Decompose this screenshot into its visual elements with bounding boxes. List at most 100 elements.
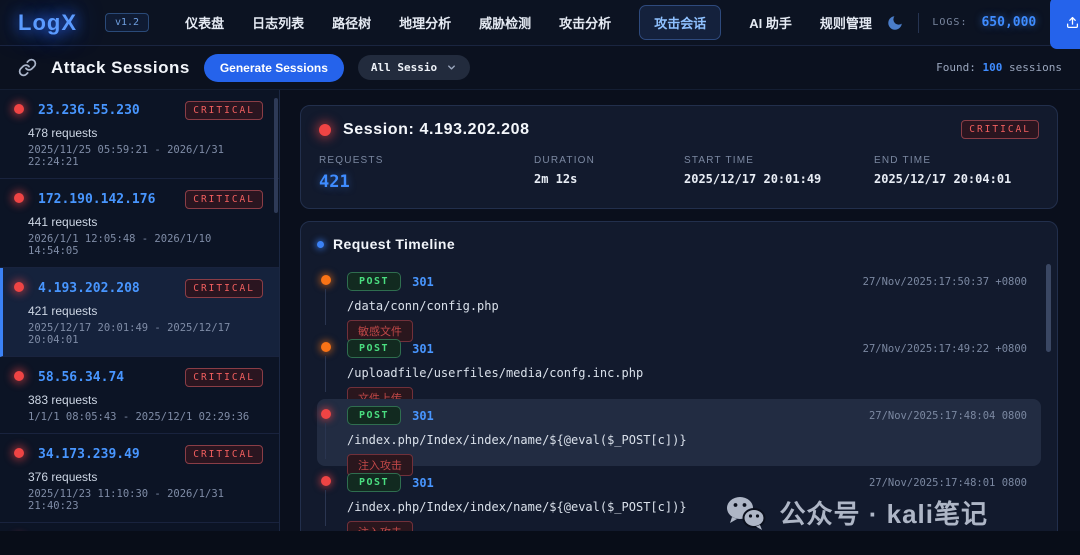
timeline-entry[interactable]: POST 301 27/Nov/2025:17:50:37 +0800 /dat… — [317, 265, 1041, 342]
status-code: 301 — [412, 341, 434, 356]
session-list-item[interactable]: 172.190.142.176 CRITICAL 441 requests 20… — [0, 179, 279, 268]
nav-item-threat-detection[interactable]: 威胁检测 — [479, 13, 531, 32]
threat-dot-icon — [14, 448, 24, 458]
session-ip: 172.190.142.176 — [38, 192, 156, 207]
stat-start-time: START TIME 2025/12/17 20:01:49 — [684, 155, 822, 186]
moon-icon[interactable] — [886, 14, 904, 32]
stat-requests: REQUESTS 421 — [319, 155, 384, 192]
watermark: 公众号 · kali笔记 — [724, 494, 988, 531]
entry-timestamp: 27/Nov/2025:17:48:04 0800 — [868, 410, 1027, 422]
nav-item-geo-analysis[interactable]: 地理分析 — [399, 13, 451, 32]
timeline-connector — [325, 356, 326, 392]
entry-severity-dot-icon — [321, 409, 331, 419]
session-list-item[interactable]: 58.56.34.74 CRITICAL 383 requests 1/1/1 … — [0, 357, 279, 434]
timeline-entry-highlighted[interactable]: POST 301 27/Nov/2025:17:48:04 0800 /inde… — [317, 399, 1041, 476]
content-area: 23.236.55.230 CRITICAL 478 requests 2025… — [0, 90, 1080, 555]
session-ip: 4.193.202.208 — [38, 281, 140, 296]
critical-badge: CRITICAL — [185, 445, 263, 464]
timeline-dot-icon — [317, 240, 324, 248]
logs-count: 650,000 — [981, 15, 1037, 30]
found-sessions-count: Found: 100 sessions — [936, 61, 1062, 74]
session-ip: 23.236.55.230 — [38, 103, 140, 118]
session-time-range: 2025/11/23 11:10:30 - 2026/1/31 21:40:23 — [28, 488, 224, 512]
session-list-item[interactable]: 23.236.55.230 CRITICAL 478 requests 2025… — [0, 90, 279, 179]
nav-item-path-tree[interactable]: 路径树 — [332, 13, 371, 32]
generate-sessions-button[interactable]: Generate Sessions — [203, 53, 344, 82]
timeline-title: Request Timeline — [333, 236, 456, 252]
bottom-band — [0, 531, 1080, 555]
nav-item-ai-assistant[interactable]: AI 助手 — [749, 13, 792, 32]
session-summary-card: Session: 4.193.202.208 CRITICAL REQUESTS… — [300, 105, 1058, 209]
nav-right-cluster: LOGS: 650,000 导入 清空 — [886, 0, 1080, 49]
critical-badge: CRITICAL — [961, 120, 1039, 139]
threat-dot-icon — [14, 371, 24, 381]
timeline-connector — [325, 490, 326, 526]
session-time-range: 2025/11/25 05:59:21 - 2026/1/31 22:24:21 — [28, 144, 224, 168]
threat-dot-icon — [14, 282, 24, 292]
sidebar-scrollbar[interactable] — [274, 98, 278, 213]
chevron-down-icon — [446, 62, 457, 73]
timeline-connector — [325, 289, 326, 325]
nav-item-attack-sessions[interactable]: 攻击会话 — [639, 5, 722, 40]
nav-item-rule-management[interactable]: 规则管理 — [820, 13, 872, 32]
critical-badge: CRITICAL — [185, 101, 263, 120]
request-path: /uploadfile/userfiles/media/confg.inc.ph… — [347, 366, 644, 380]
main-panel: Session: 4.193.202.208 CRITICAL REQUESTS… — [280, 90, 1080, 555]
page-header: Attack Sessions Generate Sessions All Se… — [0, 46, 1080, 90]
timeline-scrollbar[interactable] — [1046, 264, 1051, 352]
app-logo: LogX — [18, 9, 77, 35]
session-stats: REQUESTS 421 DURATION 2m 12s START TIME … — [319, 155, 1039, 192]
threat-dot-icon — [14, 104, 24, 114]
session-request-count: 383 requests — [28, 393, 98, 407]
session-request-count: 441 requests — [28, 215, 98, 229]
session-list-sidebar: 23.236.55.230 CRITICAL 478 requests 2025… — [0, 90, 280, 555]
session-list-item[interactable]: 34.173.239.49 CRITICAL 376 requests 2025… — [0, 434, 279, 523]
critical-badge: CRITICAL — [185, 368, 263, 387]
divider — [917, 12, 919, 33]
request-path: /data/conn/config.php — [347, 299, 499, 313]
import-button[interactable]: 导入 — [1050, 0, 1080, 49]
nav-item-dashboard[interactable]: 仪表盘 — [185, 13, 224, 32]
entry-severity-dot-icon — [321, 342, 331, 352]
session-request-count: 478 requests — [28, 126, 98, 140]
status-code: 301 — [412, 475, 434, 490]
session-status-dot-icon — [319, 123, 331, 136]
stat-duration: DURATION 2m 12s — [534, 155, 596, 186]
session-request-count: 376 requests — [28, 470, 98, 484]
entry-timestamp: 27/Nov/2025:17:49:22 +0800 — [862, 343, 1027, 355]
top-navigation: LogX v1.2 仪表盘 日志列表 路径树 地理分析 威胁检测 攻击分析 攻击… — [0, 0, 1080, 49]
session-filter-dropdown[interactable]: All Sessions — [357, 55, 470, 80]
threat-dot-icon — [14, 193, 24, 203]
timeline-entry[interactable]: POST 301 27/Nov/2025:17:49:22 +0800 /upl… — [317, 332, 1041, 409]
watermark-text: 公众号 · kali笔记 — [779, 499, 988, 529]
request-path: /index.php/Index/index/name/${@eval($_PO… — [347, 433, 687, 447]
method-badge: POST — [347, 272, 402, 291]
entry-severity-dot-icon — [321, 275, 331, 285]
wechat-icon — [724, 495, 766, 531]
critical-badge: CRITICAL — [185, 190, 263, 209]
session-time-range: 1/1/1 08:05:43 - 2025/12/1 02:29:36 — [28, 411, 250, 423]
entry-severity-dot-icon — [321, 476, 331, 486]
session-ip: 58.56.34.74 — [38, 370, 125, 385]
link-icon — [18, 58, 37, 77]
session-ip: 34.173.239.49 — [38, 447, 140, 462]
status-code: 301 — [412, 408, 434, 423]
upload-icon — [1066, 16, 1079, 29]
session-time-range: 2025/12/17 20:01:49 - 2025/12/17 20:04:0… — [28, 322, 231, 346]
stat-end-time: END TIME 2025/12/17 20:04:01 — [874, 155, 1012, 186]
logs-label: LOGS: — [932, 17, 968, 28]
session-time-range: 2026/1/1 12:05:48 - 2026/1/10 14:54:05 — [28, 233, 212, 257]
session-filter-value: All Sessions — [370, 61, 438, 74]
timeline-connector — [325, 423, 326, 459]
session-title: Session: 4.193.202.208 — [343, 120, 530, 138]
page-title: Attack Sessions — [51, 57, 190, 77]
entry-timestamp: 27/Nov/2025:17:48:01 0800 — [868, 477, 1027, 489]
session-list-item-selected[interactable]: 4.193.202.208 CRITICAL 421 requests 2025… — [0, 268, 279, 357]
version-badge: v1.2 — [105, 13, 150, 32]
status-code: 301 — [412, 274, 434, 289]
method-badge: POST — [347, 339, 402, 358]
critical-badge: CRITICAL — [185, 279, 263, 298]
nav-item-log-list[interactable]: 日志列表 — [252, 13, 304, 32]
nav-item-attack-analysis[interactable]: 攻击分析 — [559, 13, 611, 32]
method-badge: POST — [347, 473, 402, 492]
